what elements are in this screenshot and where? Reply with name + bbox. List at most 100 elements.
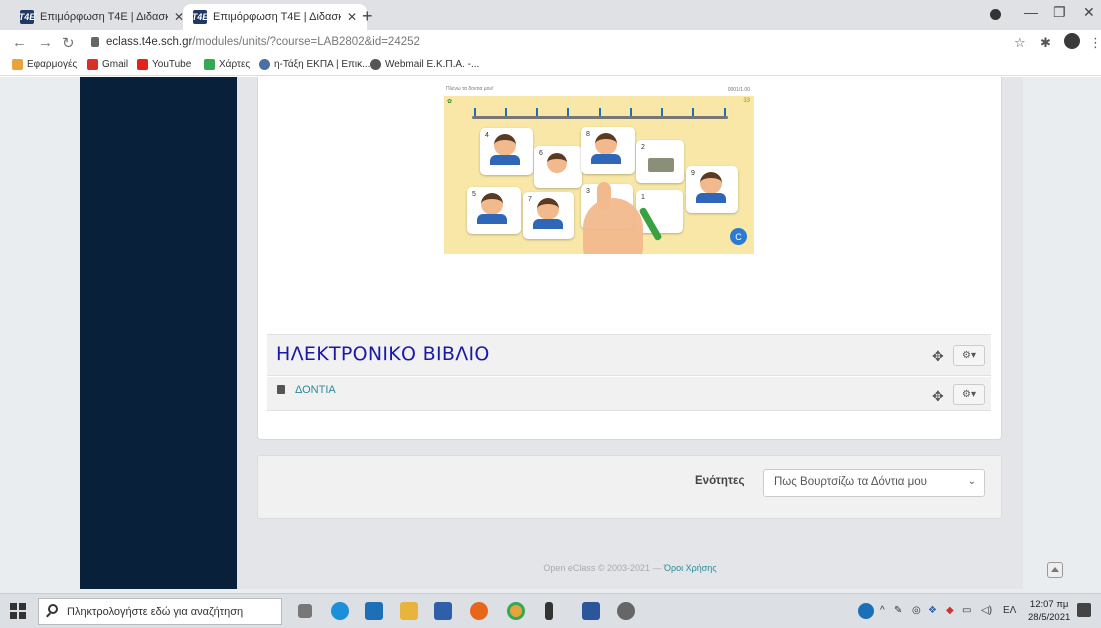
bookmark-maps[interactable]: Χάρτες [204,59,250,70]
resource-settings-button[interactable]: ⚙▾ [953,384,985,405]
firefox-icon[interactable] [470,602,488,620]
minimize-button[interactable]: — [1024,4,1038,20]
taskbar-clock[interactable]: 12:07 πμ 28/5/2021 [1028,598,1070,624]
tab-title: Επιμόρφωση Τ4Ε | Διδασκαλία 2 [213,11,341,23]
t4e-favicon-icon: T4E [191,10,209,24]
notification-center-icon[interactable] [1077,603,1091,617]
section-settings-button[interactable]: ⚙▾ [953,345,985,366]
bookmark-label: Εφαρμογές [27,59,78,70]
tray-dropbox-icon[interactable]: ❖ [928,605,937,616]
windows-start-icon[interactable] [10,603,26,619]
footer-copyright: Open eClass © 2003-2021 — [543,563,665,573]
profile-avatar[interactable] [1064,33,1080,49]
sequence-slot[interactable] [599,108,601,116]
tray-pen-icon[interactable]: ✎ [894,605,902,616]
paint-icon[interactable] [617,602,635,620]
move-icon[interactable]: ✥ [932,348,944,365]
language-indicator[interactable]: ΕΛ [1003,605,1016,616]
bookmark-label: η-Τάξη ΕΚΠΑ | Επικ... [274,59,371,70]
extensions-puzzle-icon[interactable]: ✱ [1040,35,1051,51]
bookmarks-bar: Εφαρμογές Gmail YouTube Χάρτες η-Τάξη ΕΚ… [0,56,1101,76]
game-score: 33 [743,98,750,104]
bookmark-etaxi[interactable]: η-Τάξη ΕΚΠΑ | Επικ... [259,59,370,70]
new-tab-button[interactable]: + [362,6,373,27]
taskbar-search-placeholder: Πληκτρολογήστε εδώ για αναζήτηση [67,606,244,618]
embedded-sequencing-game[interactable]: Πλένω τα δόντια μου! 0001/1.00 ✿ 33 4 6 … [444,86,754,254]
bookmark-apps[interactable]: Εφαρμογές [12,59,77,70]
boy-shirt-icon [490,155,520,165]
card-number: 1 [641,194,645,201]
browser-menu-icon[interactable]: ⋮ [1089,35,1101,51]
sequence-slot[interactable] [505,108,507,116]
maps-icon [204,59,215,70]
close-tab-icon[interactable]: ✕ [347,10,357,24]
sequence-slot[interactable] [661,108,663,116]
address-bar: ← → ↻ eclass.t4e.sch.gr/modules/units/?c… [0,30,1101,56]
sequence-slot[interactable] [536,108,538,116]
word-icon[interactable] [582,602,600,620]
close-window-button[interactable]: ✕ [1083,4,1095,21]
card-number: 2 [641,144,645,151]
picture-card[interactable]: 2 [636,140,684,183]
store-icon[interactable] [434,602,452,620]
page-footer: Open eClass © 2003-2021 — Όροι Χρήσης [237,563,1023,573]
sequence-slot[interactable] [724,108,726,116]
card-number: 8 [586,131,590,138]
url-field[interactable]: eclass.t4e.sch.gr/modules/units/?course=… [106,36,420,48]
webmail-globe-icon [370,59,381,70]
t4e-favicon-icon: T4E [18,10,36,24]
bookmark-youtube[interactable]: YouTube [137,59,191,70]
tray-chevron-icon[interactable]: ^ [880,605,885,616]
book-icon [277,385,285,394]
units-select[interactable]: Πως Βουρτσίζω τα Δόντια μου ⌄ [763,469,985,497]
sequence-slot[interactable] [692,108,694,116]
boy-face-icon [595,133,617,155]
task-view-icon[interactable] [298,604,312,618]
youtube-icon [137,59,148,70]
boy-face-icon [547,153,567,173]
bookmark-gmail[interactable]: Gmail [87,59,128,70]
sequence-slot[interactable] [567,108,569,116]
picture-card[interactable]: 8 [581,127,635,174]
bookmark-star-icon[interactable]: ☆ [1014,35,1026,51]
tray-sync-icon[interactable]: ◎ [912,605,921,616]
help-icon[interactable] [858,603,874,619]
resource-link[interactable]: ΔΟΝΤΙΑ [295,384,336,396]
tray-antivirus-icon[interactable]: ◆ [946,605,954,616]
main-content: Πλένω τα δόντια μου! 0001/1.00 ✿ 33 4 6 … [237,77,1023,589]
back-arrow-icon[interactable]: ← [12,34,27,51]
forward-arrow-icon[interactable]: → [38,34,53,51]
boy-shirt-icon [591,154,621,164]
mail-icon[interactable] [365,602,383,620]
browser-tab[interactable]: T4E Επιμόρφωση Τ4Ε | Διδασκαλία 2 ✕ [10,4,194,30]
browser-tab-active[interactable]: T4E Επιμόρφωση Τ4Ε | Διδασκαλία 2 ✕ [183,4,368,30]
bookmark-webmail[interactable]: Webmail Ε.Κ.Π.Α. -... [370,59,479,70]
picture-card[interactable]: 4 [480,128,533,175]
reload-icon[interactable]: ↻ [62,34,75,52]
sink-icon [648,158,674,172]
file-explorer-icon[interactable] [400,602,418,620]
restore-button[interactable]: ❐ [1053,4,1066,21]
taskbar-search[interactable]: Πληκτρολογήστε εδώ για αναζήτηση [38,598,282,625]
edge-icon[interactable] [331,602,349,620]
picture-card[interactable]: 5 [467,187,521,234]
picture-card[interactable]: 7 [523,192,574,239]
picture-card[interactable]: 6 [534,146,582,188]
unit-content-card: Πλένω τα δόντια μου! 0001/1.00 ✿ 33 4 6 … [257,77,1002,440]
picture-card[interactable]: 9 [686,166,738,213]
boy-face-icon [481,193,503,215]
sequence-timeline [472,116,728,119]
url-path: /modules/units/?course=LAB2802&id=24252 [192,36,420,48]
volume-icon[interactable]: ◁) [981,605,992,616]
section-title: ΗΛΕΚΤΡΟΝΙΚΟ ΒΙΒΛΙΟ [276,343,490,365]
game-check-button[interactable]: C [730,228,747,245]
sequence-slot[interactable] [474,108,476,116]
move-icon[interactable]: ✥ [932,388,944,405]
scroll-to-top-button[interactable] [1047,562,1063,578]
terms-link[interactable]: Όροι Χρήσης [664,563,717,573]
battery-icon[interactable]: ▭ [962,605,971,616]
chrome-icon[interactable] [507,602,525,620]
winamp-icon[interactable] [545,602,553,620]
url-host: eclass.t4e.sch.gr [106,36,193,48]
sequence-slot[interactable] [630,108,632,116]
